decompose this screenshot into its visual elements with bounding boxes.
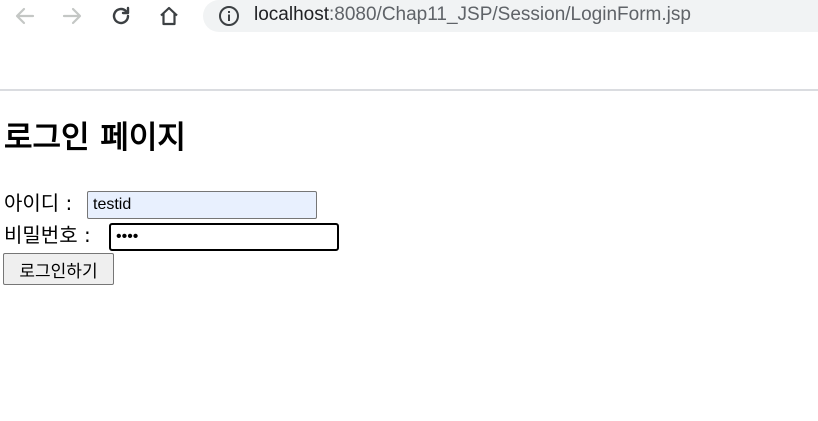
password-input[interactable] <box>109 223 339 251</box>
arrow-right-icon <box>62 7 82 25</box>
arrow-left-icon <box>15 7 35 25</box>
url-host: localhost <box>254 4 329 25</box>
home-button[interactable] <box>155 2 183 30</box>
page-title: 로그인 페이지 <box>4 120 186 156</box>
url-path: :8080/Chap11_JSP/Session/LoginForm.jsp <box>329 4 691 25</box>
reload-icon <box>112 6 130 25</box>
back-button[interactable] <box>11 2 39 30</box>
home-icon <box>160 6 178 26</box>
forward-button[interactable] <box>58 2 86 30</box>
id-input[interactable] <box>87 191 317 219</box>
login-button[interactable]: 로그인하기 <box>3 253 114 285</box>
browser-toolbar: localhost:8080/Chap11_JSP/Session/LoginF… <box>0 0 818 32</box>
toolbar-divider <box>0 89 818 91</box>
password-label: 비밀번호 : <box>4 223 91 247</box>
reload-button[interactable] <box>107 2 135 30</box>
address-bar-url[interactable]: localhost:8080/Chap11_JSP/Session/LoginF… <box>254 4 691 26</box>
info-icon[interactable] <box>218 5 240 27</box>
id-label: 아이디 : <box>4 191 73 215</box>
